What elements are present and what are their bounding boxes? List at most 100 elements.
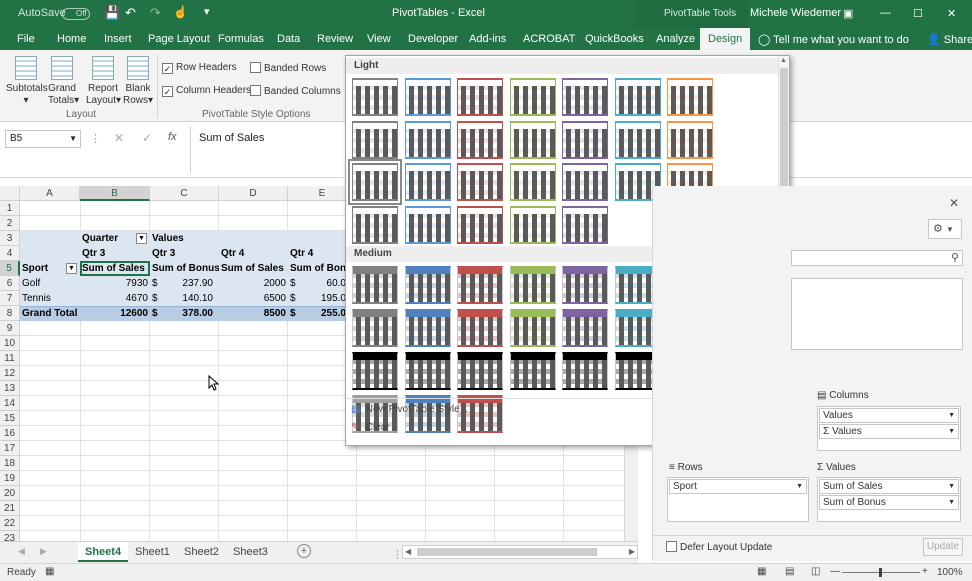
pivot-style-medium-swatch[interactable] [562,352,608,390]
row-header[interactable]: 9 [0,321,20,336]
row-header[interactable]: 1 [0,201,20,216]
tab-data[interactable]: Data [277,33,300,45]
pivot-style-light-swatch[interactable] [348,159,402,205]
scroll-left-icon[interactable]: ◀ [405,547,411,556]
zoom-level[interactable]: 100% [937,567,963,578]
tab-acrobat[interactable]: ACROBAT [523,33,575,45]
column-header-c[interactable]: C [150,186,219,201]
formula-input[interactable]: Sum of Sales [190,126,345,174]
row-header[interactable]: 20 [0,486,20,501]
row-header[interactable]: 23 [0,531,20,541]
page-break-view-icon[interactable]: ◫ [811,566,820,577]
tell-me-box[interactable]: ◯ Tell me what you want to do [758,33,909,46]
rows-sport-item[interactable]: Sport ▼ [669,479,807,494]
tab-developer[interactable]: Developer [408,33,458,45]
save-icon[interactable]: 💾 [104,5,120,21]
sheet-tab-sheet2[interactable]: Sheet2 [177,542,226,562]
ribbon-display-icon[interactable]: ▣ [843,7,853,20]
pivot-style-light-swatch[interactable] [352,205,398,244]
row-header[interactable]: 14 [0,396,20,411]
tab-add-ins[interactable]: Add-ins [469,33,506,45]
zoom-out-icon[interactable]: — [830,566,840,577]
macro-recording-icon[interactable]: ▦ [45,566,54,577]
field-search-input[interactable]: ⚲ [791,250,963,266]
values-sum-sales-item[interactable]: Sum of Sales ▼ [819,479,959,494]
row-header[interactable]: 12 [0,366,20,381]
scroll-right-icon[interactable]: ▶ [40,546,47,557]
redo-icon[interactable]: ↷ [150,5,161,21]
pivot-style-medium-swatch[interactable] [562,266,608,304]
close-icon[interactable]: ✕ [949,196,959,210]
tab-formulas[interactable]: Formulas [218,33,264,45]
pivot-style-light-swatch[interactable] [457,78,503,116]
row-header[interactable]: 19 [0,471,20,486]
filter-dropdown-icon[interactable]: ▼ [66,263,77,274]
minimize-icon[interactable]: — [880,7,891,19]
tab-home[interactable]: Home [57,33,86,45]
pivot-style-light-swatch[interactable] [614,120,661,159]
horizontal-scrollbar[interactable]: ◀ ▶ [402,545,638,559]
blank-rows-button[interactable]: Blank Rows▾ [122,56,154,107]
row-header[interactable]: 13 [0,381,20,396]
row-header[interactable]: 3 [0,231,20,246]
undo-icon[interactable]: ↶ [125,5,136,21]
pivot-style-light-swatch[interactable] [404,120,451,159]
pivot-style-medium-swatch[interactable] [352,309,398,347]
row-header[interactable]: 10 [0,336,20,351]
grand-totals-button[interactable]: Grand Totals▾ [48,56,79,107]
page-layout-view-icon[interactable]: ▤ [785,566,794,577]
sheet-tab-sheet4[interactable]: Sheet4 [78,542,129,562]
row-header[interactable]: 2 [0,216,20,231]
row-header[interactable]: 6 [0,276,20,291]
row-header[interactable]: 11 [0,351,20,366]
pivot-style-light-swatch[interactable] [352,78,398,116]
pivot-style-light-swatch[interactable] [404,205,451,244]
pivot-style-medium-swatch[interactable] [457,266,503,304]
pivot-style-medium-swatch[interactable] [509,352,556,390]
autosave-toggle[interactable]: Off [62,8,90,20]
pivot-style-medium-swatch[interactable] [404,266,451,304]
user-name[interactable]: Michele Wiedemer [750,7,841,19]
pivot-style-medium-swatch[interactable] [404,352,451,390]
touch-mode-icon[interactable]: ☝ [173,5,188,19]
filter-dropdown-icon[interactable]: ▼ [136,233,147,244]
add-sheet-icon[interactable]: + [297,544,311,558]
tab-review[interactable]: Review [317,33,353,45]
column-header-b[interactable]: B [80,186,150,201]
report-layout-button[interactable]: Report Layout▾ [86,56,121,107]
zoom-thumb[interactable] [879,568,882,577]
tab-quickbooks[interactable]: QuickBooks [585,33,644,45]
tab-view[interactable]: View [367,33,391,45]
pivot-style-light-swatch[interactable] [562,78,608,116]
scroll-left-icon[interactable]: ◀ [18,546,25,557]
pivot-style-medium-swatch[interactable] [352,266,398,304]
pivot-style-light-swatch[interactable] [562,120,608,159]
row-header[interactable]: 16 [0,426,20,441]
pivot-style-light-swatch[interactable] [509,120,556,159]
pivot-style-light-swatch[interactable] [509,205,556,244]
row-header[interactable]: 18 [0,456,20,471]
pivot-style-medium-swatch[interactable] [509,266,556,304]
pivot-style-light-swatch[interactable] [457,120,503,159]
pivot-style-light-swatch[interactable] [667,120,713,159]
zoom-in-icon[interactable]: + [922,566,928,577]
normal-view-icon[interactable]: ▦ [757,566,766,577]
row-header[interactable]: 21 [0,501,20,516]
pivot-style-medium-swatch[interactable] [509,309,556,347]
update-button[interactable]: Update [923,538,963,556]
pivot-style-medium-swatch[interactable] [457,309,503,347]
pivot-style-light-swatch[interactable] [562,205,608,244]
banded-columns-checkbox[interactable]: Banded Columns [250,85,341,97]
tab-analyze[interactable]: Analyze [656,33,695,45]
banded-rows-checkbox[interactable]: Banded Rows [250,62,326,74]
pivot-style-light-swatch[interactable] [667,78,713,116]
row-header[interactable]: 17 [0,441,20,456]
row-header[interactable]: 15 [0,411,20,426]
scroll-thumb[interactable] [417,548,597,556]
field-list[interactable] [791,278,963,350]
sheet-tab-sheet3[interactable]: Sheet3 [226,542,275,562]
scroll-right-icon[interactable]: ▶ [629,547,635,556]
pivot-style-medium-swatch[interactable] [457,352,503,390]
row-header[interactable]: 7 [0,291,20,306]
tools-dropdown[interactable]: ⚙ ▼ [928,219,962,239]
